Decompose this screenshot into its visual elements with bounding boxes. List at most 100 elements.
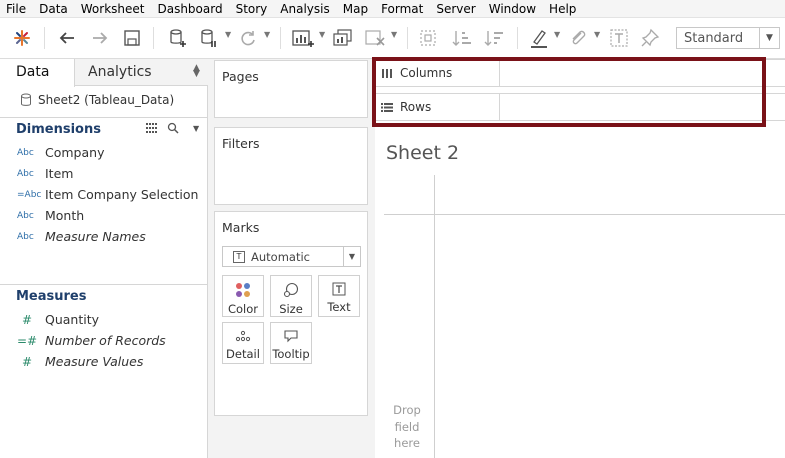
mark-type-value: Automatic bbox=[251, 249, 310, 264]
pause-caret-icon[interactable]: ▼ bbox=[225, 30, 231, 39]
field-name: Item bbox=[45, 166, 74, 181]
menu-window[interactable]: Window bbox=[483, 0, 543, 18]
string-type-icon: Abc bbox=[17, 168, 34, 179]
columns-icon bbox=[382, 69, 392, 78]
field-measure-names[interactable]: Abc Measure Names bbox=[17, 229, 146, 244]
field-company[interactable]: Abc Company bbox=[17, 145, 104, 160]
new-worksheet-icon[interactable] bbox=[290, 26, 316, 50]
text-mark-icon: T bbox=[233, 250, 245, 263]
color-label: Color bbox=[227, 302, 259, 316]
pages-card[interactable]: Pages bbox=[214, 60, 368, 118]
highlight-caret-icon[interactable]: ▼ bbox=[554, 30, 560, 39]
rows-shelf[interactable]: Rows bbox=[375, 93, 785, 121]
view-header-divider bbox=[384, 214, 785, 215]
size-label: Size bbox=[279, 302, 303, 316]
label-icon[interactable] bbox=[607, 26, 631, 50]
rows-icon bbox=[381, 103, 393, 112]
pages-title: Pages bbox=[222, 69, 259, 84]
mark-type-select[interactable]: T Automatic ▼ bbox=[222, 246, 361, 267]
tooltip-icon bbox=[284, 330, 298, 343]
menu-story[interactable]: Story bbox=[230, 0, 275, 18]
pause-updates-icon[interactable] bbox=[198, 26, 220, 50]
attach-icon[interactable] bbox=[566, 26, 590, 50]
size-icon bbox=[283, 282, 299, 298]
dimensions-title: Dimensions bbox=[16, 122, 101, 137]
data-pane: Data Analytics ▲ ▼ Sheet2 (Tableau_Data) … bbox=[0, 59, 208, 458]
new-datasource-icon[interactable] bbox=[166, 26, 190, 50]
field-item-company-selection[interactable]: =Abc Item Company Selection bbox=[17, 187, 198, 202]
toolbar: ▼ ▼ ▼ ▼ ▼ ▼ Standard ▼ bbox=[0, 18, 785, 59]
menu-dashboard[interactable]: Dashboard bbox=[151, 0, 229, 18]
drop-field-target[interactable]: Drop field here bbox=[384, 402, 430, 452]
refresh-icon[interactable] bbox=[236, 26, 260, 50]
marks-card: Marks T Automatic ▼ Color Size Text Deta… bbox=[214, 211, 368, 416]
tooltip-button[interactable]: Tooltip bbox=[270, 322, 312, 364]
menu-file[interactable]: File bbox=[0, 0, 33, 18]
pin-icon[interactable] bbox=[638, 26, 662, 50]
attach-caret-icon[interactable]: ▼ bbox=[594, 30, 600, 39]
clear-caret-icon[interactable]: ▼ bbox=[391, 30, 397, 39]
chevron-down-icon: ▼ bbox=[759, 28, 779, 48]
marks-title: Marks bbox=[222, 220, 260, 235]
field-number-of-records[interactable]: =# Number of Records bbox=[17, 333, 166, 348]
drop-field-line: here bbox=[394, 436, 420, 450]
fit-select[interactable]: Standard ▼ bbox=[676, 27, 780, 49]
view-list-icon[interactable] bbox=[146, 122, 159, 134]
filters-title: Filters bbox=[222, 136, 260, 151]
tab-analytics[interactable]: Analytics bbox=[88, 64, 152, 80]
sort-ascending-icon[interactable] bbox=[450, 26, 474, 50]
datasource-name: Sheet2 (Tableau_Data) bbox=[38, 93, 175, 107]
field-name: Company bbox=[45, 145, 105, 160]
number-type-icon: # bbox=[22, 354, 33, 369]
menu-server[interactable]: Server bbox=[430, 0, 482, 18]
menu-help[interactable]: Help bbox=[543, 0, 583, 18]
text-label: Text bbox=[327, 300, 351, 314]
field-name: Item Company Selection bbox=[45, 187, 199, 202]
fit-select-value: Standard bbox=[684, 30, 744, 46]
tab-sort-icon[interactable]: ▲ ▼ bbox=[193, 64, 200, 79]
menu-analysis[interactable]: Analysis bbox=[274, 0, 336, 18]
clear-sheet-icon[interactable] bbox=[363, 26, 387, 50]
menu-format[interactable]: Format bbox=[375, 0, 430, 18]
tableau-logo-icon[interactable] bbox=[10, 26, 34, 50]
tab-data[interactable]: Data bbox=[0, 59, 75, 87]
filters-card[interactable]: Filters bbox=[214, 127, 368, 205]
size-button[interactable]: Size bbox=[270, 275, 312, 317]
sort-descending-icon[interactable] bbox=[482, 26, 506, 50]
color-icon bbox=[236, 283, 250, 297]
menu-worksheet[interactable]: Worksheet bbox=[75, 0, 152, 18]
color-button[interactable]: Color bbox=[222, 275, 264, 317]
detail-icon bbox=[235, 330, 251, 342]
field-name: Measure Names bbox=[45, 229, 146, 244]
text-button[interactable]: Text bbox=[318, 275, 360, 317]
detail-button[interactable]: Detail bbox=[222, 322, 264, 364]
menu-data[interactable]: Data bbox=[33, 0, 75, 18]
dimensions-menu-icon[interactable]: ▼ bbox=[193, 124, 199, 133]
text-icon bbox=[332, 282, 346, 296]
search-icon[interactable] bbox=[167, 122, 179, 134]
redo-icon[interactable] bbox=[88, 26, 112, 50]
field-quantity[interactable]: # Quantity bbox=[17, 312, 99, 327]
columns-shelf[interactable]: Columns bbox=[375, 59, 785, 87]
menu-map[interactable]: Map bbox=[337, 0, 375, 18]
string-type-icon: Abc bbox=[17, 147, 34, 158]
duplicate-icon[interactable] bbox=[331, 26, 355, 50]
columns-label: Columns bbox=[400, 66, 453, 80]
field-name: Quantity bbox=[45, 312, 100, 327]
datasource-item[interactable]: Sheet2 (Tableau_Data) bbox=[20, 93, 174, 107]
database-icon bbox=[21, 93, 31, 106]
field-name: Number of Records bbox=[45, 333, 166, 348]
field-month[interactable]: Abc Month bbox=[17, 208, 84, 223]
columns-shelf-label: Columns bbox=[381, 60, 452, 86]
rows-shelf-label: Rows bbox=[381, 94, 431, 120]
refresh-caret-icon[interactable]: ▼ bbox=[264, 30, 270, 39]
calculated-number-type-icon: =# bbox=[17, 333, 38, 348]
highlight-icon[interactable] bbox=[527, 26, 551, 50]
undo-icon[interactable] bbox=[55, 26, 79, 50]
group-icon[interactable] bbox=[416, 26, 440, 50]
field-name: Measure Values bbox=[45, 354, 144, 369]
save-icon[interactable] bbox=[120, 26, 144, 50]
worksheet-caret-icon[interactable]: ▼ bbox=[319, 30, 325, 39]
field-measure-values[interactable]: # Measure Values bbox=[17, 354, 143, 369]
field-item[interactable]: Abc Item bbox=[17, 166, 73, 181]
